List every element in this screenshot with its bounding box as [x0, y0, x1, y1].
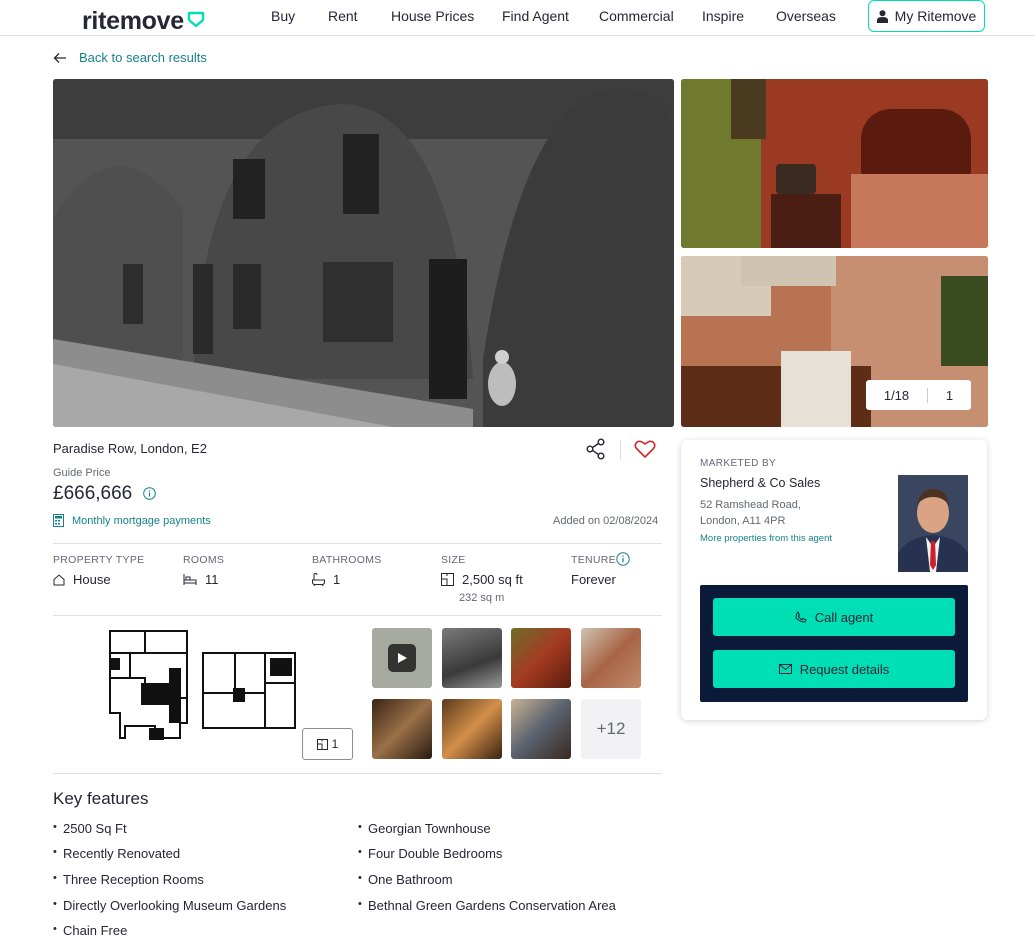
divider-bottom [53, 773, 662, 774]
nav-inspire[interactable]: Inspire [702, 8, 744, 24]
agent-card: MARKETED BY Shepherd & Co Sales 52 Ramsh… [681, 440, 987, 720]
contact-panel: Call agent Request details [700, 585, 968, 702]
request-details-button[interactable]: Request details [713, 650, 955, 688]
feature-item: Four Double Bedrooms [358, 846, 502, 861]
more-agent-properties-link[interactable]: More properties from this agent [700, 533, 832, 544]
feature-item: One Bathroom [358, 872, 452, 887]
feature-item: Chain Free [53, 923, 127, 938]
ritemove-logo[interactable]: ritemove [82, 7, 205, 36]
photo-thumbnail-hallway[interactable] [372, 699, 432, 759]
call-agent-button[interactable]: Call agent [713, 598, 955, 636]
request-details-label: Request details [799, 661, 890, 677]
floorplan-icon [316, 738, 328, 750]
feature-item: Recently Renovated [53, 846, 180, 861]
floorplan-count: 1 [331, 737, 339, 751]
guide-price-label: Guide Price [53, 467, 111, 479]
phone-icon [795, 611, 807, 623]
agent-name: Shepherd & Co Sales [700, 476, 821, 490]
call-agent-label: Call agent [814, 609, 874, 625]
feature-item: Bethnal Green Gardens Conservation Area [358, 898, 616, 913]
tenure-info-icon[interactable] [616, 552, 630, 566]
bathrooms-label: BATHROOMS [312, 554, 382, 566]
tenure-label: TENURE [571, 554, 616, 566]
nav-overseas[interactable]: Overseas [776, 8, 836, 24]
photo-counter-text: 1/18 [866, 387, 928, 403]
bed-icon [183, 574, 197, 585]
nav-house-prices[interactable]: House Prices [391, 8, 474, 24]
property-type-text: House [73, 572, 111, 587]
property-type-label: PROPERTY TYPE [53, 554, 145, 566]
house-icon [53, 573, 65, 585]
feature-item: Directly Overlooking Museum Gardens [53, 898, 286, 913]
bathrooms-text: 1 [333, 572, 341, 587]
price-info-icon[interactable] [143, 487, 156, 500]
size-label: SIZE [441, 554, 466, 566]
site-header: ritemove Buy Rent House Prices Find Agen… [0, 0, 1035, 36]
agent-address-line2: London, A11 4PR [700, 515, 786, 527]
marketed-by-label: MARKETED BY [700, 458, 777, 469]
share-icon[interactable] [585, 438, 607, 460]
user-icon [876, 9, 888, 23]
bath-icon [312, 573, 325, 586]
divider-middle [53, 615, 662, 616]
play-icon [388, 644, 416, 672]
size-text: 2,500 sq ft [462, 572, 523, 587]
mail-icon [778, 664, 792, 674]
rooms-text: 11 [205, 572, 219, 587]
feature-item: Three Reception Rooms [53, 872, 204, 887]
my-ritemove-label: My Ritemove [894, 8, 977, 24]
arrow-left-icon [53, 52, 66, 63]
photo-counter[interactable]: 1/18 1 [866, 380, 971, 410]
floorplan-counter-text: 1 [945, 387, 954, 403]
feature-item: Georgian Townhouse [358, 821, 491, 836]
more-photos-button[interactable]: +12 [581, 699, 641, 759]
back-to-results-link[interactable]: Back to search results [53, 50, 207, 65]
floorplan-image[interactable] [105, 628, 300, 754]
photo-thumbnail-kitchen[interactable] [581, 628, 641, 688]
feature-item: 2500 Sq Ft [53, 821, 127, 836]
size-sqm: 232 sq m [459, 592, 505, 604]
tenure-text: Forever [571, 572, 616, 587]
nav-find-agent[interactable]: Find Agent [502, 8, 569, 24]
key-features-title: Key features [53, 789, 149, 808]
nav-commercial[interactable]: Commercial [599, 8, 674, 24]
agent-avatar [898, 475, 968, 572]
bedroom-photo-illustration [681, 79, 988, 248]
photo-thumbnail-exterior[interactable] [442, 628, 502, 688]
back-link-label: Back to search results [79, 50, 207, 65]
rooms-value: 11 [183, 572, 219, 587]
photo-thumbnail-living-room[interactable] [511, 699, 571, 759]
property-address: Paradise Row, London, E2 [53, 441, 207, 456]
agent-address-line1: 52 Ramshead Road, [700, 499, 801, 511]
photo-thumbnail-stairs[interactable] [442, 699, 502, 759]
calculator-icon [53, 514, 64, 527]
size-value: 2,500 sq ft [441, 572, 523, 587]
mortgage-link-label: Monthly mortgage payments [72, 514, 211, 527]
action-separator [620, 440, 621, 460]
mortgage-link[interactable]: Monthly mortgage payments [53, 514, 211, 527]
property-type-value: House [53, 572, 111, 587]
property-price: £666,666 [53, 483, 133, 504]
logo-text: ritemove [82, 7, 184, 35]
nav-rent[interactable]: Rent [328, 8, 358, 24]
heart-icon[interactable] [634, 439, 656, 459]
rooms-label: ROOMS [183, 554, 225, 566]
photo-thumbnail-bedroom[interactable] [511, 628, 571, 688]
video-thumbnail[interactable] [372, 628, 432, 688]
logo-house-icon [187, 11, 205, 27]
main-photo[interactable] [53, 79, 674, 427]
divider-top [53, 543, 662, 544]
added-date: Added on 02/08/2024 [553, 515, 659, 527]
bathrooms-value: 1 [312, 572, 340, 587]
tenure-value: Forever [571, 572, 616, 587]
floor-area-icon [441, 573, 454, 586]
floorplan-button[interactable]: 1 [302, 728, 353, 760]
main-photo-illustration [53, 79, 674, 427]
bedroom-photo[interactable] [681, 79, 988, 248]
nav-buy[interactable]: Buy [271, 8, 295, 24]
my-ritemove-button[interactable]: My Ritemove [868, 0, 985, 32]
